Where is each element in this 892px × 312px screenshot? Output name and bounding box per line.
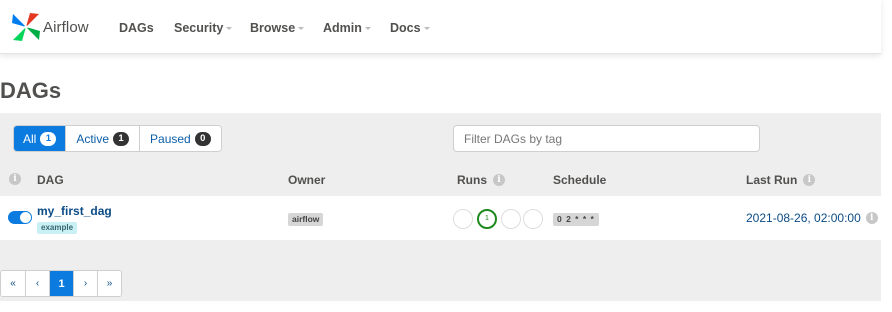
filter-paused-count: 0 bbox=[194, 131, 211, 146]
info-icon: i bbox=[9, 173, 21, 185]
filter-all-button[interactable]: All 1 bbox=[14, 126, 66, 151]
schedule-chip: 0 2 * * * bbox=[553, 213, 599, 226]
nav-security-label: Security bbox=[174, 21, 224, 35]
nav-browse-label: Browse bbox=[250, 21, 296, 35]
filter-paused-label: Paused bbox=[150, 131, 191, 146]
nav-dags-label: DAGs bbox=[119, 21, 154, 35]
brand-name: Airflow bbox=[43, 18, 89, 36]
nav-docs[interactable]: Docs bbox=[390, 21, 430, 35]
header-dag[interactable]: DAG bbox=[37, 173, 64, 187]
run-status-circle[interactable] bbox=[523, 209, 543, 229]
nav-admin[interactable]: Admin bbox=[323, 21, 371, 35]
header-last-run: Last Run i bbox=[746, 173, 816, 187]
pagination: « ‹ 1 › » bbox=[0, 270, 122, 297]
pagination-prev-button[interactable]: ‹ bbox=[25, 271, 49, 296]
header-schedule: Schedule bbox=[553, 173, 606, 187]
pagination-first-button[interactable]: « bbox=[1, 271, 25, 296]
brand-link[interactable]: Airflow bbox=[10, 12, 89, 42]
filter-active-button[interactable]: Active 1 bbox=[65, 126, 140, 151]
status-filter-group: All 1 Active 1 Paused 0 bbox=[13, 125, 222, 152]
header-runs: Runs i bbox=[457, 173, 505, 187]
info-icon[interactable]: i bbox=[803, 174, 816, 186]
chevron-down-icon bbox=[364, 27, 371, 30]
last-run-cell: 2021-08-26, 02:00:00 i bbox=[746, 211, 878, 225]
nav-security[interactable]: Security bbox=[174, 21, 233, 35]
info-icon[interactable]: i bbox=[493, 174, 505, 186]
run-status-circle[interactable] bbox=[501, 209, 521, 229]
last-run-link[interactable]: 2021-08-26, 02:00:00 bbox=[746, 211, 861, 225]
toggle-knob bbox=[20, 212, 31, 223]
nav-dags[interactable]: DAGs bbox=[119, 21, 154, 35]
filter-active-count: 1 bbox=[113, 131, 130, 146]
pagination-page-button[interactable]: 1 bbox=[49, 271, 73, 296]
dag-pause-toggle[interactable] bbox=[8, 211, 32, 224]
filter-all-count: 1 bbox=[40, 131, 57, 146]
header-schedule-label: Schedule bbox=[553, 173, 607, 187]
page-title: DAGs bbox=[0, 78, 62, 103]
header-dag-label: DAG bbox=[37, 173, 64, 187]
owner-chip[interactable]: airflow bbox=[288, 213, 324, 226]
chevron-down-icon bbox=[226, 27, 233, 30]
header-info[interactable]: i bbox=[9, 173, 21, 185]
nav-docs-label: Docs bbox=[390, 21, 421, 35]
run-status-circle[interactable] bbox=[453, 209, 473, 229]
info-icon[interactable]: i bbox=[865, 212, 878, 224]
top-navbar: Airflow DAGs Security Browse Admin Docs bbox=[0, 0, 881, 54]
header-last-run-label: Last Run bbox=[746, 173, 798, 187]
chevron-down-icon bbox=[423, 27, 430, 30]
run-status-success[interactable]: 1 bbox=[477, 209, 497, 229]
tag-filter-input[interactable] bbox=[453, 125, 760, 152]
dag-tag-chip[interactable]: example bbox=[37, 222, 78, 234]
filter-all-label: All bbox=[23, 131, 37, 146]
header-owner: Owner bbox=[288, 173, 325, 187]
header-owner-label: Owner bbox=[288, 173, 326, 187]
dag-id-link[interactable]: my_first_dag bbox=[37, 204, 112, 218]
airflow-logo-icon bbox=[12, 13, 40, 41]
pagination-last-button[interactable]: » bbox=[97, 271, 121, 296]
chevron-down-icon bbox=[298, 27, 305, 30]
filter-active-label: Active bbox=[76, 131, 110, 146]
header-runs-label: Runs bbox=[457, 173, 487, 187]
nav-browse[interactable]: Browse bbox=[250, 21, 305, 35]
filter-paused-button[interactable]: Paused 0 bbox=[139, 126, 221, 151]
nav-admin-label: Admin bbox=[323, 21, 362, 35]
pagination-next-button[interactable]: › bbox=[73, 271, 97, 296]
